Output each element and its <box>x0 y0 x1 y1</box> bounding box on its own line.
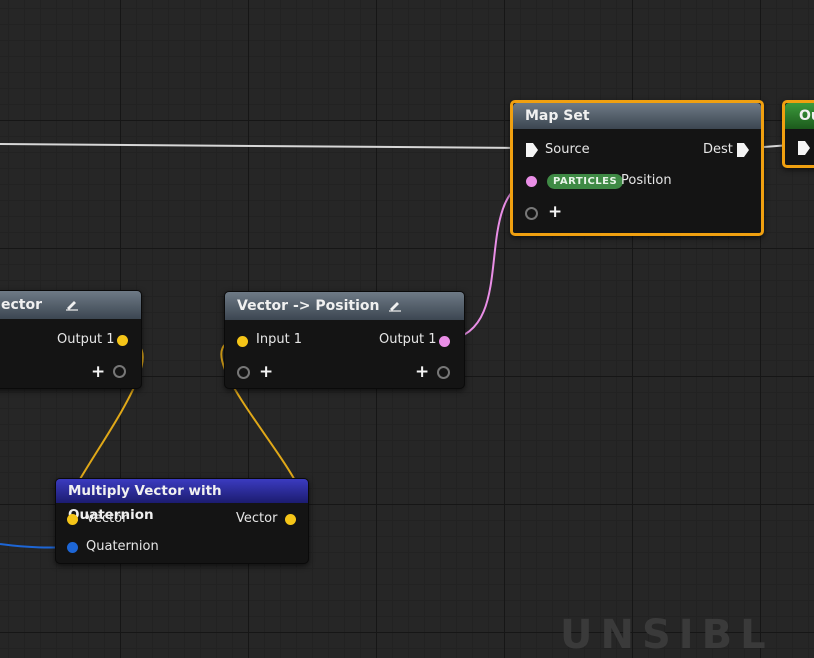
node-output-partial[interactable]: Ou <box>782 100 814 168</box>
node-partial-left[interactable]: ector Output 1 + <box>0 290 142 389</box>
source-label: Source <box>545 142 590 157</box>
add-pin-icon[interactable]: + <box>91 364 105 381</box>
node-title-bar[interactable]: ector <box>0 291 141 319</box>
vector-output-pin[interactable] <box>285 514 296 525</box>
position-input-pin[interactable] <box>526 176 537 187</box>
empty-pin-icon[interactable] <box>113 365 126 378</box>
node-title-bar[interactable]: Vector -> Position <box>225 292 464 320</box>
node-title-bar[interactable]: Map Set <box>513 103 761 129</box>
namespace-badge: PARTICLES <box>547 174 624 189</box>
pencil-icon[interactable] <box>388 298 402 312</box>
exec-wire <box>0 143 523 149</box>
node-title: Ou <box>799 108 814 124</box>
exec-input-pin-icon[interactable] <box>797 140 811 156</box>
node-title: Vector -> Position <box>237 298 380 314</box>
empty-output-pin-icon[interactable] <box>437 366 450 379</box>
node-title-bar[interactable]: Multiply Vector with Quaternion <box>56 479 308 523</box>
dest-exec-pin-icon[interactable] <box>736 142 750 158</box>
node-title: ector <box>1 297 43 313</box>
input-label: Input 1 <box>256 332 303 347</box>
source-exec-pin-icon[interactable] <box>525 142 539 158</box>
output-label: Output 1 <box>379 332 437 347</box>
node-title-bar[interactable]: Ou <box>785 103 814 129</box>
vector-input-label: Vector <box>86 511 128 526</box>
output-pin[interactable] <box>439 336 450 347</box>
quaternion-input-label: Quaternion <box>86 539 159 554</box>
empty-input-pin-icon[interactable] <box>237 366 250 379</box>
add-input-pin-icon[interactable]: + <box>259 364 273 381</box>
output-pin[interactable] <box>117 335 128 346</box>
output-label: Output 1 <box>57 332 115 347</box>
quaternion-input-pin[interactable] <box>67 542 78 553</box>
add-pin-icon[interactable]: + <box>548 204 562 221</box>
engine-watermark: UNSIBL <box>560 612 774 658</box>
node-multiply-vector-quaternion[interactable]: Multiply Vector with Quaternion Vector V… <box>55 478 309 564</box>
node-title: Map Set <box>525 108 590 124</box>
input-pin[interactable] <box>237 336 248 347</box>
add-output-pin-icon[interactable]: + <box>415 364 429 381</box>
node-vector-to-position[interactable]: Vector -> Position Input 1 Output 1 + + <box>224 291 465 389</box>
vector-input-pin[interactable] <box>67 514 78 525</box>
vector-output-label: Vector <box>236 511 278 526</box>
node-map-set[interactable]: Map Set Source Dest PARTICLES Position + <box>510 100 764 236</box>
attribute-label: Position <box>621 173 672 188</box>
empty-pin-icon[interactable] <box>525 207 538 220</box>
dest-label: Dest <box>703 142 733 157</box>
pencil-icon[interactable] <box>65 297 79 311</box>
